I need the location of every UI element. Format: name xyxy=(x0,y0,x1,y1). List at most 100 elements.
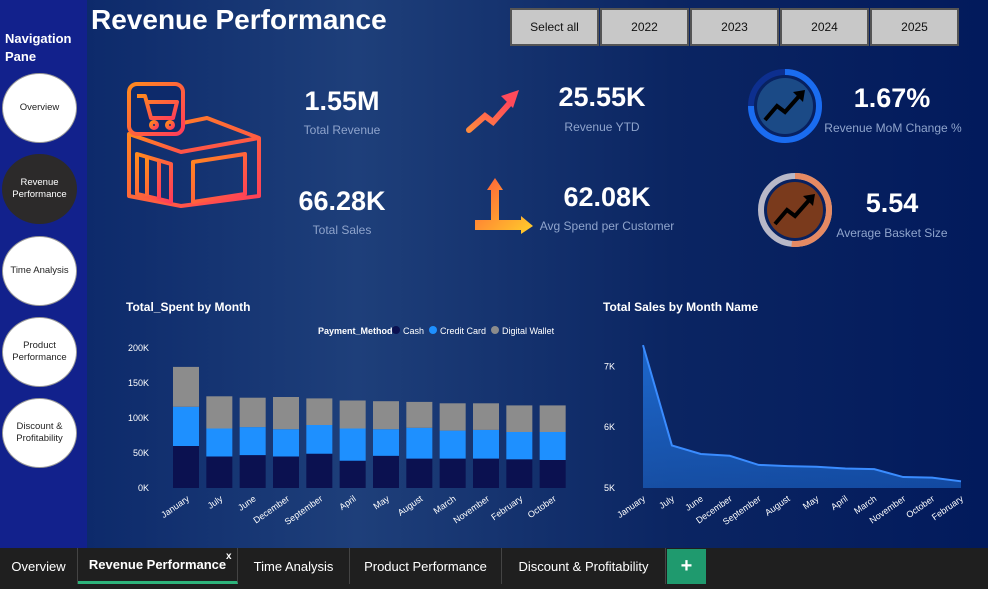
nav-button-revenue-performance[interactable]: Revenue Performance xyxy=(2,154,77,224)
bar-february-2 xyxy=(506,405,533,432)
bar-august-0 xyxy=(406,458,433,488)
x-tick-label: August xyxy=(763,493,792,518)
bar-february-0 xyxy=(506,459,533,488)
legend-marker-0 xyxy=(392,326,400,334)
x-tick-label: May xyxy=(371,493,391,511)
bar-july-1 xyxy=(206,428,233,457)
nav-button-time-analysis[interactable]: Time Analysis xyxy=(2,236,77,306)
basket-size-value: 5.54 xyxy=(865,188,919,218)
bar-november-2 xyxy=(473,403,499,430)
tab-discount-profitability[interactable]: Discount & Profitability xyxy=(502,548,666,584)
y-tick-label: 150K xyxy=(128,378,149,388)
total-revenue-label: Total Revenue xyxy=(303,123,381,137)
y-tick-label: 0K xyxy=(138,483,149,493)
x-tick-label: February xyxy=(930,493,966,522)
trend-up-arrow-icon xyxy=(466,90,519,133)
store-icon xyxy=(127,82,261,208)
y-tick-label: 6K xyxy=(604,422,615,432)
nav-button-discount-profitability[interactable]: Discount & Profitability xyxy=(2,398,77,468)
bar-january-2 xyxy=(173,366,199,407)
legend-marker-2 xyxy=(491,326,499,334)
x-tick-label: January xyxy=(159,493,191,520)
bar-august-2 xyxy=(406,401,433,428)
x-tick-label: October xyxy=(526,493,558,520)
area-chart: 5K6K7KJanuary July JuneDecemberSeptember Au… xyxy=(604,344,966,527)
x-tick-label: July xyxy=(657,493,676,511)
y-tick-label: 200K xyxy=(128,343,149,353)
x-tick-label: July xyxy=(206,493,225,511)
y-tick-label: 7K xyxy=(604,361,615,371)
filter-2022-button[interactable]: 2022 xyxy=(600,8,689,46)
bar-october-1 xyxy=(539,432,566,460)
navigation-pane: Navigation Pane Overview Revenue Perform… xyxy=(0,0,87,548)
bar-may-0 xyxy=(373,455,399,488)
tab-product-performance[interactable]: Product Performance xyxy=(350,548,502,584)
x-tick-label: June xyxy=(683,493,705,512)
report-canvas: Revenue Performance Select all 2022 2023… xyxy=(87,0,988,548)
split-arrow-icon xyxy=(475,178,533,234)
bar-january-0 xyxy=(173,446,199,488)
bar-march-1 xyxy=(439,430,466,459)
navigation-title: Navigation Pane xyxy=(5,31,72,64)
filter-2025-button[interactable]: 2025 xyxy=(870,8,959,46)
bar-july-2 xyxy=(206,396,233,429)
mom-change-gauge xyxy=(748,69,822,143)
bar-september-2 xyxy=(306,398,333,425)
bar-march-0 xyxy=(439,458,466,488)
tab-time-analysis[interactable]: Time Analysis xyxy=(238,548,350,584)
bar-december-0 xyxy=(273,456,299,488)
page-title: Revenue Performance xyxy=(91,4,387,35)
tab-revenue-performance[interactable]: Revenue Performance xyxy=(78,548,238,584)
x-tick-label: January xyxy=(615,493,647,520)
bar-february-1 xyxy=(506,432,533,460)
filter-select-all-button[interactable]: Select all xyxy=(510,8,599,46)
avg-spend-label: Avg Spend per Customer xyxy=(539,219,675,233)
bar-may-1 xyxy=(373,429,399,456)
bar-october-0 xyxy=(539,460,566,488)
y-tick-label: 50K xyxy=(133,448,149,458)
bar-july-0 xyxy=(206,456,233,488)
filter-2024-button[interactable]: 2024 xyxy=(780,8,869,46)
x-tick-label: June xyxy=(236,493,258,512)
y-tick-label: 100K xyxy=(128,413,149,423)
legend-item-2: Digital Wallet xyxy=(502,326,555,336)
legend-item-1: Credit Card xyxy=(440,326,486,336)
tab-overview[interactable]: Overview xyxy=(0,548,78,584)
bar-september-0 xyxy=(306,453,333,488)
bar-december-1 xyxy=(273,429,299,457)
x-tick-label: August xyxy=(396,493,425,518)
mom-change-label: Revenue MoM Change % xyxy=(824,121,962,135)
total-sales-label: Total Sales xyxy=(312,223,372,237)
bar-april-0 xyxy=(339,460,366,488)
avg-spend-value: 62.08K xyxy=(563,182,651,212)
bar-january-1 xyxy=(173,406,199,446)
bar-march-2 xyxy=(439,403,466,431)
nav-button-overview[interactable]: Overview xyxy=(2,73,77,143)
legend-marker-1 xyxy=(429,326,437,334)
bar-june-0 xyxy=(239,455,266,488)
bar-november-0 xyxy=(473,458,499,488)
total-revenue-value: 1.55M xyxy=(304,86,380,116)
mom-change-value: 1.67% xyxy=(853,83,931,113)
bar-september-1 xyxy=(306,425,333,454)
nav-button-product-performance[interactable]: Product Performance xyxy=(2,317,77,387)
bar-june-1 xyxy=(239,427,266,456)
area-chart-title: Total Sales by Month Name xyxy=(603,300,759,314)
y-tick-label: 5K xyxy=(604,483,615,493)
add-page-button[interactable]: + xyxy=(667,549,706,584)
filter-2023-button[interactable]: 2023 xyxy=(690,8,779,46)
bar-november-1 xyxy=(473,429,499,459)
bar-december-2 xyxy=(273,397,299,430)
legend-title: Payment_Method xyxy=(318,326,393,336)
bar-october-2 xyxy=(539,405,566,432)
bar-april-2 xyxy=(339,400,366,429)
x-tick-label: November xyxy=(451,493,491,525)
x-tick-label: September xyxy=(283,493,325,526)
bar-august-1 xyxy=(406,427,433,459)
page-tab-bar: Overview Revenue Performance x Time Anal… xyxy=(0,548,988,589)
x-tick-label: February xyxy=(489,493,525,522)
x-tick-label: May xyxy=(801,493,821,511)
total-sales-value: 66.28K xyxy=(298,186,386,216)
close-icon[interactable]: x xyxy=(226,551,232,562)
bar-april-1 xyxy=(339,428,366,461)
